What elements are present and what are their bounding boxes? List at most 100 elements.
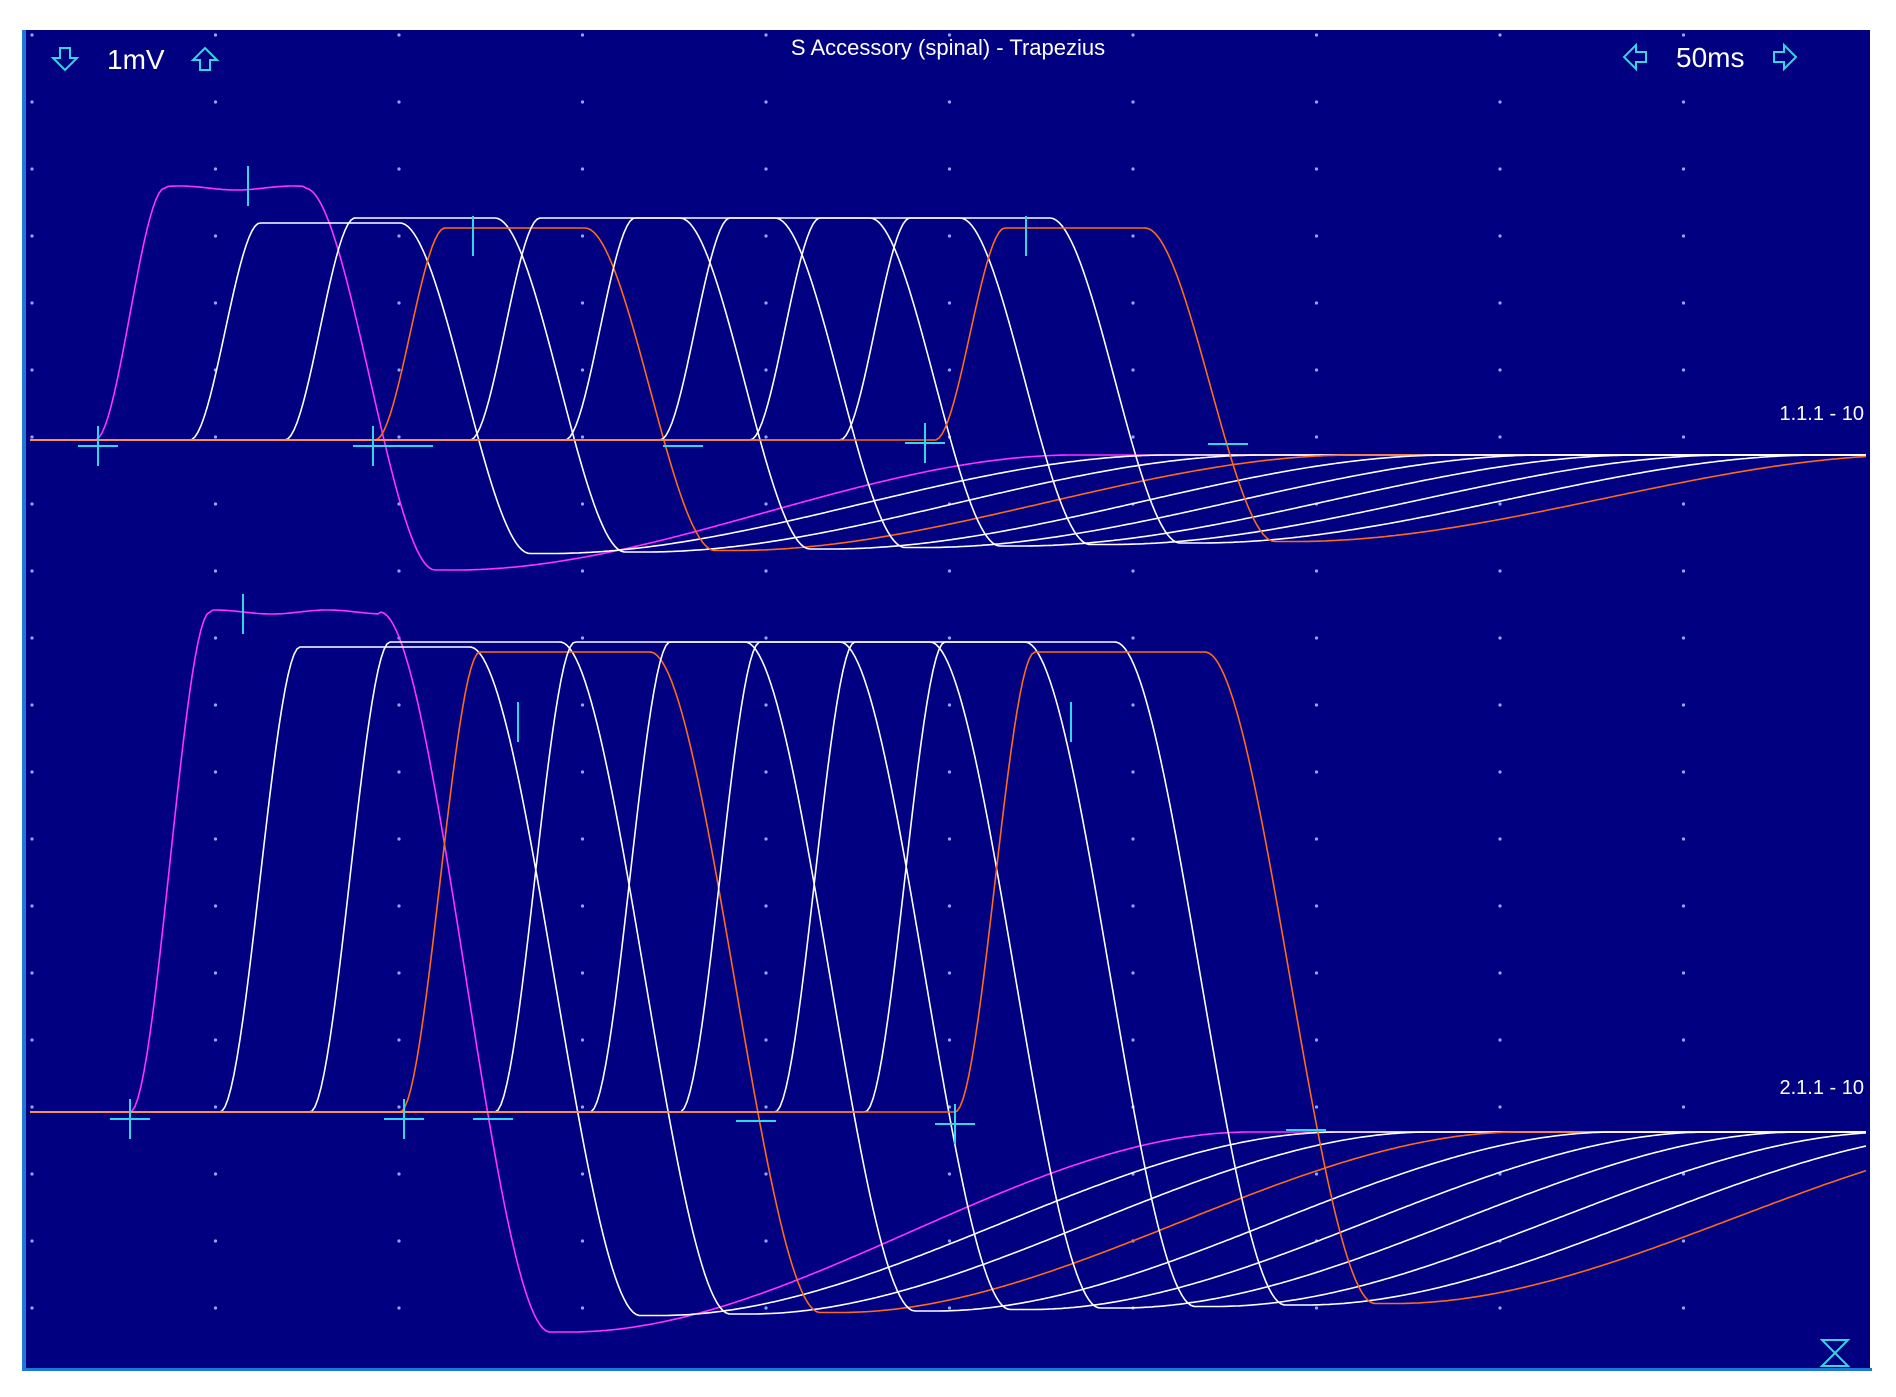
grid-dot <box>1314 703 1319 707</box>
grid-dot <box>764 435 768 439</box>
grid-dot <box>1498 167 1502 171</box>
grid-dot <box>1131 569 1135 573</box>
grid-dot <box>1681 569 1686 573</box>
grid-dot <box>30 703 34 707</box>
grid-dot <box>1131 167 1135 171</box>
grid-dot <box>1681 1105 1686 1109</box>
grid-dot <box>397 770 401 774</box>
grid-dot <box>947 1306 952 1310</box>
grid-dot <box>397 1172 401 1176</box>
grid-dot <box>580 301 585 305</box>
grid-dot <box>30 33 34 37</box>
grid-dot <box>1314 837 1319 841</box>
grid-dot <box>1131 1038 1135 1042</box>
grid-dot <box>1681 234 1686 238</box>
grid-dot <box>947 1172 952 1176</box>
grid-dot <box>30 100 34 104</box>
grid-dot <box>213 837 218 841</box>
grid-dot <box>764 770 768 774</box>
grid-dot <box>213 301 218 305</box>
grid-dot <box>1314 234 1319 238</box>
grid-dot <box>1314 1172 1319 1176</box>
grid-dot <box>1131 368 1135 372</box>
grid-dot <box>580 1306 585 1310</box>
grid-dot <box>397 904 401 908</box>
grid-dot <box>1314 368 1319 372</box>
grid-dot <box>397 1239 401 1243</box>
grid-dot <box>1498 234 1502 238</box>
window-bottom-border <box>22 1368 1872 1371</box>
grid-dot <box>764 502 768 506</box>
grid-dot <box>764 100 768 104</box>
grid-dot <box>947 1239 952 1243</box>
grid-dot <box>1498 703 1502 707</box>
grid-dot <box>1681 502 1686 506</box>
grid-dot <box>397 971 401 975</box>
grid-dot <box>1498 100 1502 104</box>
grid-dot <box>1131 904 1135 908</box>
grid-dot <box>764 33 768 37</box>
grid-dot <box>764 1172 768 1176</box>
grid-dot <box>947 770 952 774</box>
grid-dot <box>1681 1306 1686 1310</box>
grid-dot <box>764 703 768 707</box>
grid-dot <box>1314 569 1319 573</box>
grid-dot <box>1681 837 1686 841</box>
grid-dot <box>213 234 218 238</box>
grid-dot <box>764 368 768 372</box>
grid-dot <box>397 100 401 104</box>
grid-dot <box>213 33 218 37</box>
grid-dot <box>580 904 585 908</box>
grid-dot <box>947 569 952 573</box>
grid-dot <box>30 971 34 975</box>
grid-dot <box>1681 167 1686 171</box>
grid-dot <box>397 167 401 171</box>
grid-dot <box>1681 1239 1686 1243</box>
grid-dot <box>1498 904 1502 908</box>
grid-dot <box>213 435 218 439</box>
grid-dot <box>1498 301 1502 305</box>
grid-dot <box>397 837 401 841</box>
grid-dot <box>1314 1038 1319 1042</box>
grid-dot <box>1131 971 1135 975</box>
grid-dot <box>1314 770 1319 774</box>
grid-dot <box>580 703 585 707</box>
grid-dot <box>397 368 401 372</box>
grid-dot <box>1681 636 1686 640</box>
grid-dot <box>30 502 34 506</box>
grid-dot <box>397 435 401 439</box>
grid-dot <box>1131 770 1135 774</box>
grid-dot <box>764 1239 768 1243</box>
grid-dot <box>30 167 34 171</box>
grid-dot <box>1498 837 1502 841</box>
grid-dot <box>1681 33 1686 37</box>
grid-dot <box>580 636 585 640</box>
grid-dot <box>30 1239 34 1243</box>
grid-dot <box>397 301 401 305</box>
grid-dot <box>947 636 952 640</box>
grid-dot <box>1681 971 1686 975</box>
grid-dot <box>947 167 952 171</box>
grid-dot <box>947 837 952 841</box>
grid-dot <box>213 1306 218 1310</box>
grid-dot <box>764 904 768 908</box>
grid-dot <box>1498 435 1502 439</box>
grid-dot <box>213 1239 218 1243</box>
grid-dot <box>580 770 585 774</box>
grid-dot <box>947 100 952 104</box>
grid-dot <box>580 368 585 372</box>
grid-dot <box>1131 636 1135 640</box>
grid-dot <box>1498 368 1502 372</box>
grid-dot <box>764 167 768 171</box>
emg-repetitive-stimulation-window: 1mV S Accessory (spinal) - Trapezius 50m… <box>0 0 1896 1397</box>
grid-dot <box>1314 636 1319 640</box>
grid-dot <box>1131 100 1135 104</box>
grid-dot <box>1131 33 1135 37</box>
grid-dot <box>1314 971 1319 975</box>
grid-dot <box>397 703 401 707</box>
study-title: S Accessory (spinal) - Trapezius <box>791 35 1105 60</box>
grid-dot <box>1681 368 1686 372</box>
waveform-display[interactable]: 1mV S Accessory (spinal) - Trapezius 50m… <box>0 0 1896 1397</box>
grid-dot <box>213 1172 218 1176</box>
grid-dot <box>1131 301 1135 305</box>
